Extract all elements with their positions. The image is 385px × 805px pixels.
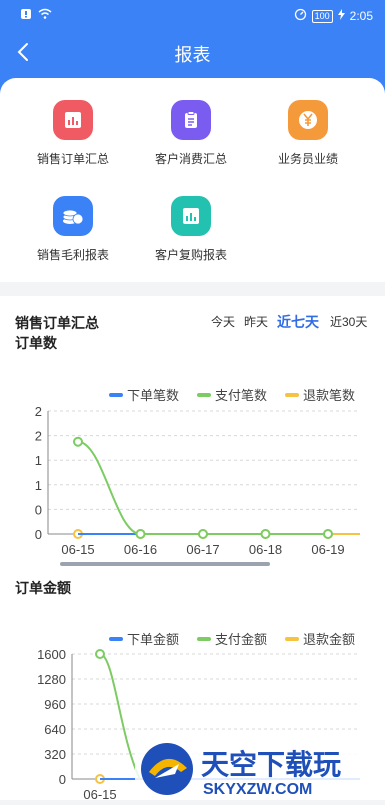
series-line (77, 440, 328, 535)
charging-icon (337, 9, 345, 23)
watermark-text: 天空下载玩 (201, 748, 341, 780)
menu-item-gross-profit[interactable]: 销售毛利报表 (9, 196, 137, 263)
chart-icon (65, 112, 81, 128)
battery-icon: 100 (311, 9, 333, 23)
clipboard-icon (185, 111, 197, 128)
legend-swatch (109, 636, 123, 641)
menu-label: 业务员业绩 (277, 152, 338, 166)
legend-swatch (285, 392, 299, 397)
chart-icon (183, 208, 199, 224)
menu-label: 客户复购报表 (154, 248, 227, 262)
menu-item-customer-consumption[interactable]: 客户消费汇总 (127, 100, 255, 167)
y-tick-label: 0 (35, 502, 42, 517)
speedometer-icon (294, 8, 307, 24)
chart-title-order-amount: 订单金额 (15, 580, 71, 596)
x-tick-label: 06-17 (186, 542, 219, 557)
watermark-subtext: SKYXZW.COM (203, 781, 312, 798)
section-title: 销售订单汇总 (15, 315, 99, 331)
wifi-icon (38, 8, 52, 23)
tab-last-30-days[interactable]: 近30天 (330, 313, 367, 330)
y-tick-label: 1280 (37, 672, 66, 687)
coins-icon (62, 209, 84, 225)
tab-last-7-days[interactable]: 近七天 (277, 312, 319, 332)
menu-label: 销售毛利报表 (36, 248, 109, 262)
series-line (99, 653, 141, 780)
data-point (73, 436, 83, 447)
report-menu-card: 销售订单汇总 客户消费汇总 业务员业绩 销售毛利报表 客户复购报表 (0, 78, 385, 282)
chart-title-order-count: 订单数 (15, 335, 57, 351)
legend-swatch (197, 392, 211, 397)
x-tick-label: 06-15 (61, 542, 94, 557)
notification-icon (20, 8, 32, 23)
tab-today[interactable]: 今天 (211, 313, 235, 330)
data-point (198, 529, 208, 539)
y-tick-label: 320 (44, 747, 66, 762)
y-tick-label: 2 (35, 429, 42, 444)
order-count-chart: 2 2 1 1 0 0 06-15 06-16 06-17 06-18 06-19 (35, 404, 360, 557)
y-tick-label: 0 (59, 772, 66, 787)
data-point (260, 529, 271, 539)
page-title: 报表 (174, 45, 211, 65)
menu-item-sales-order-summary[interactable]: 销售订单汇总 (9, 100, 137, 167)
status-bar: 100 2:05 (0, 0, 385, 30)
logo-icon: 天空下载玩 SKYXZW.COM (135, 738, 385, 800)
x-tick-label: 06-18 (249, 542, 282, 557)
data-point (135, 529, 146, 539)
legend-swatch (285, 636, 299, 641)
y-tick-label: 0 (35, 527, 42, 542)
status-time: 2:05 (349, 9, 373, 23)
tab-yesterday[interactable]: 昨天 (244, 313, 268, 330)
y-tick-label: 960 (44, 697, 66, 712)
data-point (95, 649, 105, 659)
tile (53, 196, 93, 236)
tile (171, 196, 211, 236)
x-tick-label: 06-16 (124, 542, 157, 557)
menu-item-repurchase[interactable]: 客户复购报表 (127, 196, 255, 263)
watermark-logo: 天空下载玩 SKYXZW.COM (135, 738, 385, 800)
nav-bar: 报表 (0, 30, 385, 76)
menu-label: 客户消费汇总 (154, 152, 227, 166)
yen-icon (299, 111, 317, 129)
y-tick-label: 1 (35, 453, 42, 468)
menu-label: 销售订单汇总 (36, 152, 109, 166)
legend-swatch (109, 392, 123, 397)
tile (171, 100, 211, 140)
tile (53, 100, 93, 140)
chart-scroll-indicator[interactable] (60, 562, 270, 566)
y-tick-label: 640 (44, 722, 66, 737)
menu-item-salesperson-performance[interactable]: 业务员业绩 (244, 100, 372, 167)
y-tick-label: 2 (35, 404, 42, 419)
x-tick-label: 06-19 (311, 542, 344, 557)
chart-card: 销售订单汇总 今天 昨天 近七天 近30天 订单数 下单笔数 支付笔数 退款笔数… (0, 296, 385, 802)
tile (288, 100, 328, 140)
data-point (323, 529, 333, 539)
y-tick-label: 1 (35, 478, 42, 493)
y-tick-label: 1600 (37, 647, 66, 662)
legend-swatch (197, 636, 211, 641)
